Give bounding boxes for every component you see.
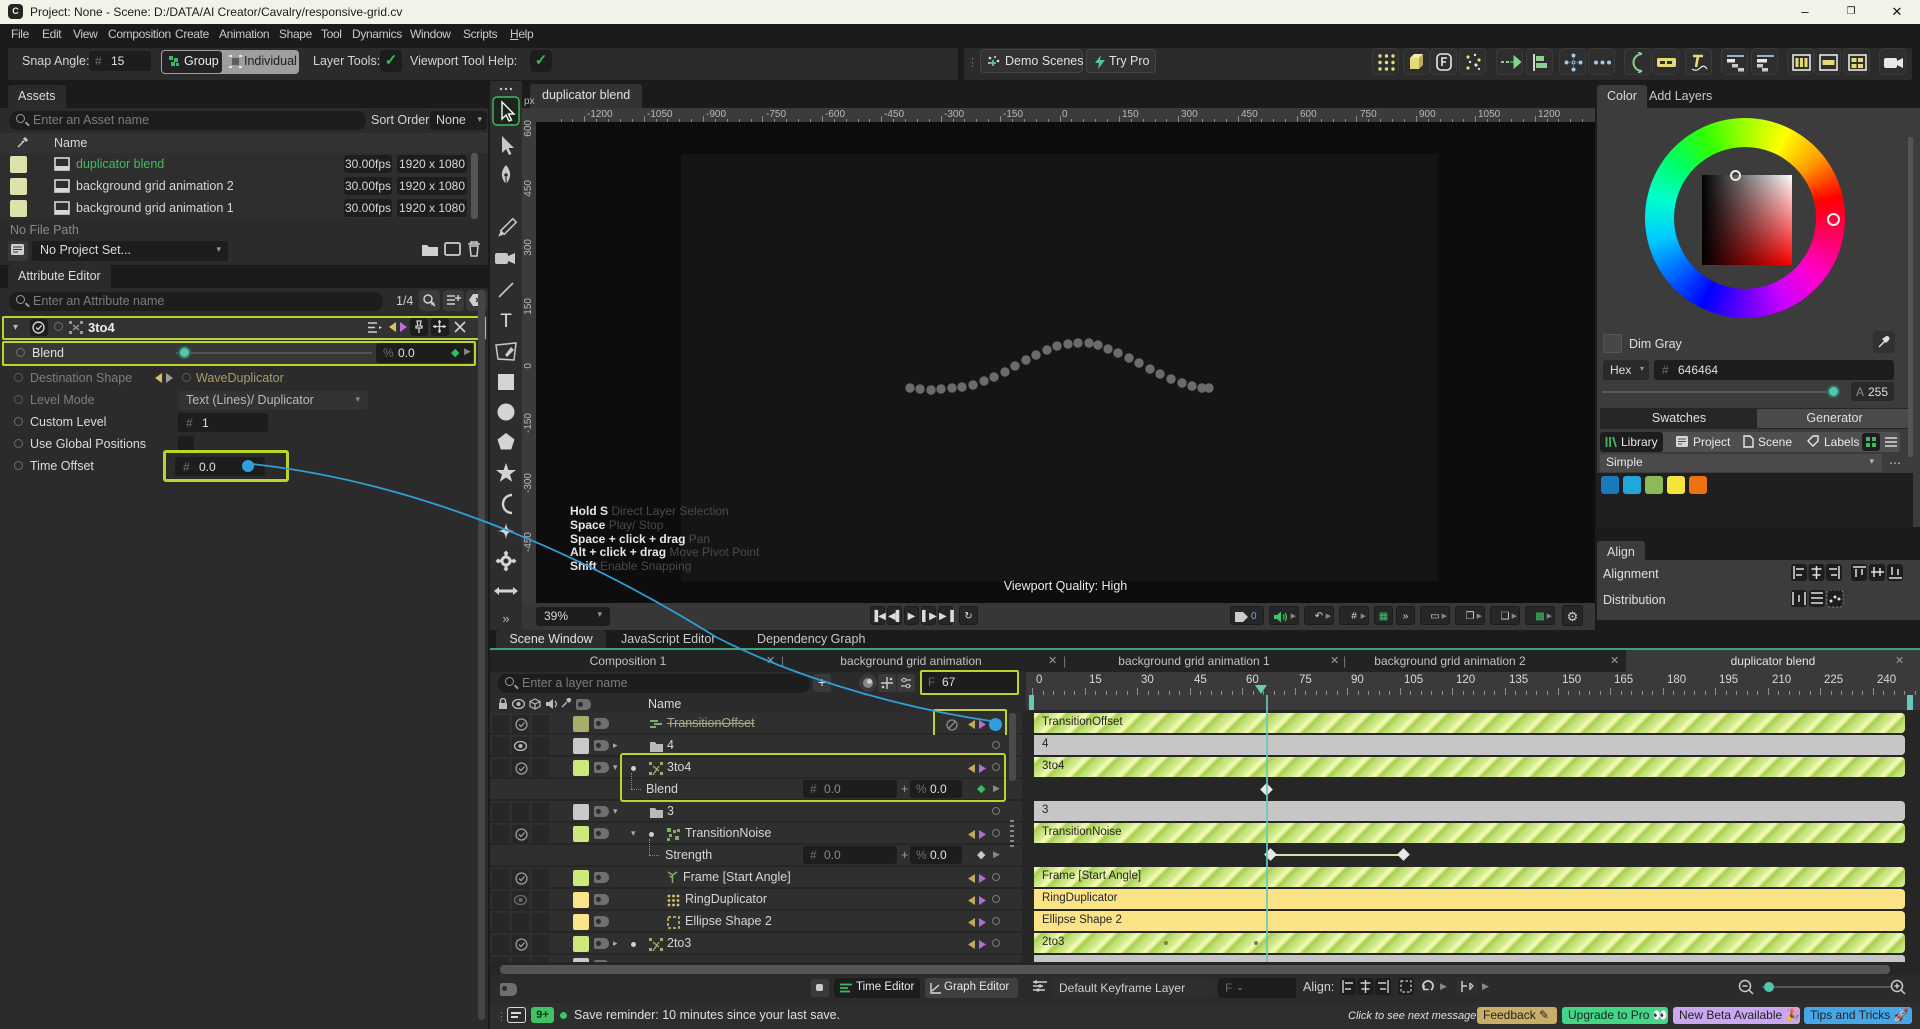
svg-text:»: »: [502, 611, 509, 626]
svg-text:T: T: [500, 311, 512, 332]
